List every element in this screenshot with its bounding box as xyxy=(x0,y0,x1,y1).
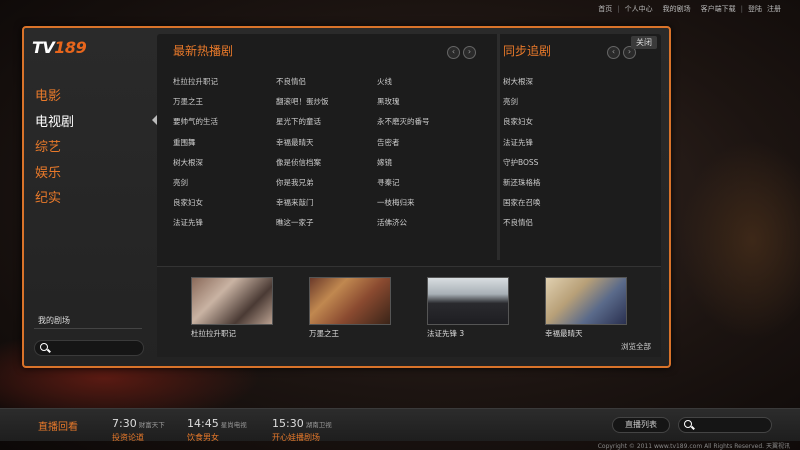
my-shows-link[interactable]: 我的剧场 xyxy=(38,315,70,326)
schedule-channel: 星尚电视 xyxy=(220,421,247,429)
thumbnail-image[interactable] xyxy=(309,277,391,325)
search-icon xyxy=(40,343,48,351)
category-entertainment[interactable]: 娱乐 xyxy=(35,161,74,187)
hot-series-item[interactable]: 像是侦信档案 xyxy=(276,157,321,168)
hot-prev-button[interactable]: ‹ xyxy=(447,46,460,59)
live-replay-label[interactable]: 直播回看 xyxy=(38,418,78,433)
divider xyxy=(34,328,142,329)
schedule-time: 15:30 xyxy=(272,417,304,430)
nav-my-shows[interactable]: 我的剧场 xyxy=(658,4,696,14)
main-panel: TV189 电影 电视剧 综艺 娱乐 纪实 我的剧场 最新热播剧 ‹ › 同步追… xyxy=(22,26,671,368)
schedule-channel: 财富天下 xyxy=(138,421,165,429)
sync-series-title: 同步追剧 xyxy=(503,44,552,58)
nav-login[interactable]: 登陆 xyxy=(743,4,767,14)
schedule-program[interactable]: 饮食男女 xyxy=(187,432,247,443)
live-list-button[interactable]: 直播列表 xyxy=(612,417,670,433)
category-movie[interactable]: 电影 xyxy=(35,84,74,110)
close-button[interactable]: 关闭 xyxy=(631,36,657,49)
hot-series-item[interactable]: 良家妇女 xyxy=(173,197,203,208)
bottom-search-input[interactable] xyxy=(678,417,772,433)
hot-series-item[interactable]: 寻秦记 xyxy=(377,177,400,188)
hot-series-item[interactable]: 树大根深 xyxy=(173,157,203,168)
sync-series-item[interactable]: 国家在召唤 xyxy=(503,197,541,208)
hot-series-item[interactable]: 重围舞 xyxy=(173,137,196,148)
background-glow-right xyxy=(680,140,800,340)
thumbnail-caption[interactable]: 法证先锋 3 xyxy=(427,328,464,339)
thumbnail-caption[interactable]: 杜拉拉升职记 xyxy=(191,328,236,339)
hot-series-item[interactable]: 翻滚吧！蛋炒饭 xyxy=(276,96,329,107)
content-area: 最新热播剧 ‹ › 同步追剧 ‹ › 关闭 杜拉拉升职记 万墨之王 要帅气的生活 重围… xyxy=(157,34,661,357)
sync-series-item[interactable]: 树大根深 xyxy=(503,76,533,87)
hot-next-button[interactable]: › xyxy=(463,46,476,59)
schedule-channel: 湖南卫视 xyxy=(305,421,332,429)
search-icon xyxy=(684,420,692,428)
hot-series-item[interactable]: 永不磨灭的番号 xyxy=(377,116,430,127)
live-bar: 直播回看 7:30 财富天下 投资论道 14:45 星尚电视 饮食男女 15:30 湖… xyxy=(0,408,800,443)
sync-series-item[interactable]: 守护BOSS xyxy=(503,157,538,168)
logo[interactable]: TV189 xyxy=(32,38,87,57)
sync-series-item[interactable]: 亮剑 xyxy=(503,96,518,107)
hot-series-item[interactable]: 一枝梅归来 xyxy=(377,197,415,208)
category-variety[interactable]: 综艺 xyxy=(35,135,74,161)
sync-series-item[interactable]: 不良情侣 xyxy=(503,217,533,228)
hot-series-item[interactable]: 星光下的童话 xyxy=(276,116,321,127)
hot-series-item[interactable]: 幸福最晴天 xyxy=(276,137,314,148)
hot-series-item[interactable]: 黑玫瑰 xyxy=(377,96,400,107)
logo-number: 189 xyxy=(54,38,87,57)
schedule-program[interactable]: 开心娃播剧场 xyxy=(272,432,332,443)
nav-personal-center[interactable]: 个人中心 xyxy=(620,4,658,14)
hot-series-item[interactable]: 杜拉拉升职记 xyxy=(173,76,218,87)
category-documentary[interactable]: 纪实 xyxy=(35,186,74,212)
thumbnail-image[interactable] xyxy=(427,277,509,325)
hot-series-item[interactable]: 瞧这一家子 xyxy=(276,217,314,228)
sync-series-item[interactable]: 法证先锋 xyxy=(503,137,533,148)
sync-series-item[interactable]: 良家妇女 xyxy=(503,116,533,127)
sync-prev-button[interactable]: ‹ xyxy=(607,46,620,59)
schedule-item[interactable]: 14:45 星尚电视 饮食男女 xyxy=(187,412,247,443)
schedule-time: 7:30 xyxy=(112,417,137,430)
section-divider xyxy=(497,34,500,260)
schedule-program[interactable]: 投资论道 xyxy=(112,432,165,443)
search-input[interactable] xyxy=(34,340,144,356)
hot-series-item[interactable]: 告密者 xyxy=(377,137,400,148)
hot-series-item[interactable]: 幸福来敲门 xyxy=(276,197,314,208)
nav-register[interactable]: 注册 xyxy=(767,4,786,14)
schedule-item[interactable]: 7:30 财富天下 投资论道 xyxy=(112,412,165,443)
schedule-item[interactable]: 15:30 湖南卫视 开心娃播剧场 xyxy=(272,412,332,443)
copyright-text: Copyright © 2011 www.tv189.com All Right… xyxy=(597,443,790,450)
hot-series-item[interactable]: 要帅气的生活 xyxy=(173,116,218,127)
hot-series-item[interactable]: 不良情侣 xyxy=(276,76,306,87)
top-nav: 首页 | 个人中心 我的剧场 客户端下载 | 登陆 注册 xyxy=(593,4,786,14)
nav-client-download[interactable]: 客户端下载 xyxy=(696,4,741,14)
thumbnail-image[interactable] xyxy=(545,277,627,325)
category-menu: 电影 电视剧 综艺 娱乐 纪实 xyxy=(35,84,74,212)
hot-series-item[interactable]: 万墨之王 xyxy=(173,96,203,107)
category-tv-series[interactable]: 电视剧 xyxy=(35,110,74,136)
sync-series-item[interactable]: 新还珠格格 xyxy=(503,177,541,188)
hot-series-item[interactable]: 法证先锋 xyxy=(173,217,203,228)
hot-series-item[interactable]: 火线 xyxy=(377,76,392,87)
hot-series-item[interactable]: 嫁镜 xyxy=(377,157,392,168)
thumbnail-image[interactable] xyxy=(191,277,273,325)
view-all-link[interactable]: 浏览全部 xyxy=(621,341,651,352)
thumbnail-strip: 杜拉拉升职记 万墨之王 法证先锋 3 幸福最晴天 浏览全部 xyxy=(157,266,661,357)
hot-series-item[interactable]: 你是我兄弟 xyxy=(276,177,314,188)
thumbnail-caption[interactable]: 幸福最晴天 xyxy=(545,328,583,339)
schedule-time: 14:45 xyxy=(187,417,219,430)
hot-series-title: 最新热播剧 xyxy=(173,44,234,58)
hot-series-item[interactable]: 活佛济公 xyxy=(377,217,407,228)
logo-tv: TV xyxy=(32,38,55,57)
nav-home[interactable]: 首页 xyxy=(593,4,617,14)
hot-series-item[interactable]: 亮剑 xyxy=(173,177,188,188)
thumbnail-caption[interactable]: 万墨之王 xyxy=(309,328,339,339)
